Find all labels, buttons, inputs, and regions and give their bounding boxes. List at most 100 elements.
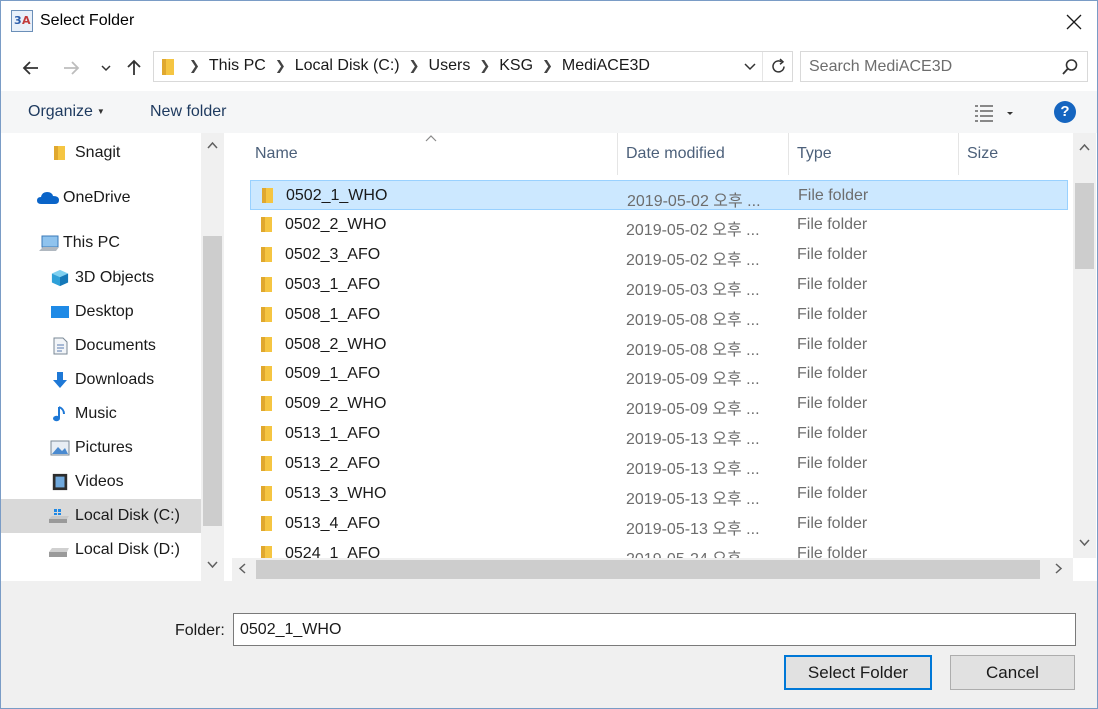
drive-icon xyxy=(49,548,69,557)
nav-item-snagit[interactable]: Snagit xyxy=(1,136,201,170)
chevron-left-icon[interactable] xyxy=(238,563,246,574)
file-type: File folder xyxy=(797,336,868,353)
organize-button[interactable]: Organize ▼ xyxy=(28,103,105,121)
back-button[interactable] xyxy=(18,55,44,81)
file-row[interactable]: 0502_3_AFO 2019-05-02 오후 ... File folder xyxy=(250,240,1068,270)
file-date-modified: 2019-05-13 오후 ... xyxy=(626,521,760,538)
file-row[interactable]: 0508_2_WHO 2019-05-08 오후 ... File folder xyxy=(250,330,1068,360)
recent-locations-button[interactable] xyxy=(93,55,119,81)
file-row[interactable]: 0513_2_AFO 2019-05-13 오후 ... File folder xyxy=(250,449,1068,479)
chevron-right-icon[interactable]: ❯ xyxy=(184,58,205,74)
nav-item-this-pc[interactable]: This PC xyxy=(1,226,201,260)
column-type[interactable]: Type xyxy=(789,133,959,175)
cancel-button[interactable]: Cancel xyxy=(950,655,1075,690)
app-icon: 3A xyxy=(11,10,33,32)
breadcrumb-users[interactable]: Users xyxy=(425,57,475,75)
chevron-right-icon[interactable]: ❯ xyxy=(474,58,495,74)
file-type: File folder xyxy=(797,455,868,472)
file-row[interactable]: 0502_1_WHO 2019-05-02 오후 ... File folder xyxy=(250,180,1068,210)
select-folder-button[interactable]: Select Folder xyxy=(784,655,932,690)
chevron-up-icon[interactable] xyxy=(207,141,218,149)
file-type: File folder xyxy=(797,515,868,532)
file-row[interactable]: 0502_2_WHO 2019-05-02 오후 ... File folder xyxy=(250,210,1068,240)
new-folder-button[interactable]: New folder xyxy=(150,103,226,121)
video-icon xyxy=(52,473,68,491)
close-icon xyxy=(1066,14,1082,30)
file-name: 0524_1_AFO xyxy=(285,545,381,558)
dialog-footer: Folder: Select Folder Cancel xyxy=(1,581,1097,708)
details-view-icon xyxy=(975,105,1013,122)
file-name: 0509_1_AFO xyxy=(285,365,381,382)
nav-item-local-disk-d[interactable]: Local Disk (D:) xyxy=(1,533,201,567)
file-date-modified: 2019-05-02 오후 ... xyxy=(626,252,760,269)
file-row[interactable]: 0524_1_AFO 2019-05-24 오후 ... File folder xyxy=(250,539,1068,558)
column-name[interactable]: Name xyxy=(247,133,618,175)
folder-icon xyxy=(261,217,272,232)
nav-item-3d-objects[interactable]: 3D Objects xyxy=(1,261,201,295)
file-row[interactable]: 0503_1_AFO 2019-05-03 오후 ... File folder xyxy=(250,270,1068,300)
nav-item-local-disk-c[interactable]: Local Disk (C:) xyxy=(1,499,201,533)
help-button[interactable]: ? xyxy=(1054,101,1076,123)
nav-pane-scrollbar[interactable] xyxy=(201,133,224,581)
close-button[interactable] xyxy=(1051,1,1097,43)
column-size[interactable]: Size xyxy=(959,133,1073,175)
nav-item-pictures[interactable]: Pictures xyxy=(1,431,201,465)
file-list-horizontal-scrollbar[interactable] xyxy=(232,558,1073,581)
file-name: 0503_1_AFO xyxy=(285,276,381,293)
up-button[interactable] xyxy=(121,55,147,81)
breadcrumb-this-pc[interactable]: This PC xyxy=(205,57,270,75)
breadcrumb-mediace3d[interactable]: MediACE3D xyxy=(558,57,654,75)
search-placeholder: Search MediACE3D xyxy=(809,58,953,75)
address-bar[interactable]: ❯ This PC ❯ Local Disk (C:) ❯ Users ❯ KS… xyxy=(153,51,793,82)
file-type: File folder xyxy=(797,365,868,382)
nav-item-music[interactable]: Music xyxy=(1,397,201,431)
file-type: File folder xyxy=(797,306,868,323)
file-date-modified: 2019-05-08 오후 ... xyxy=(626,342,760,359)
file-row[interactable]: 0508_1_AFO 2019-05-08 오후 ... File folder xyxy=(250,300,1068,330)
folder-icon xyxy=(261,426,272,441)
chevron-up-icon[interactable] xyxy=(1079,143,1090,151)
search-icon xyxy=(1062,59,1078,75)
nav-item-documents[interactable]: Documents xyxy=(1,329,201,363)
folder-input[interactable] xyxy=(233,613,1076,646)
nav-item-onedrive[interactable]: OneDrive xyxy=(1,181,201,215)
search-box[interactable]: Search MediACE3D xyxy=(800,51,1088,82)
nav-label: OneDrive xyxy=(63,189,131,206)
file-type: File folder xyxy=(797,545,868,558)
scrollbar-thumb[interactable] xyxy=(256,560,1040,579)
drive-windows-icon xyxy=(49,509,69,523)
chevron-down-icon[interactable] xyxy=(1079,539,1090,547)
file-date-modified: 2019-05-13 오후 ... xyxy=(626,431,760,448)
organize-label: Organize xyxy=(28,103,93,120)
caret-down-icon: ▼ xyxy=(96,107,105,117)
file-row[interactable]: 0509_1_AFO 2019-05-09 오후 ... File folder xyxy=(250,359,1068,389)
chevron-right-icon[interactable]: ❯ xyxy=(404,58,425,74)
chevron-down-icon[interactable] xyxy=(207,561,218,569)
column-date-modified[interactable]: Date modified xyxy=(618,133,789,175)
breadcrumb-local-disk-c[interactable]: Local Disk (C:) xyxy=(291,57,404,75)
chevron-right-icon[interactable]: ❯ xyxy=(270,58,291,74)
forward-button[interactable] xyxy=(58,55,84,81)
file-date-modified: 2019-05-13 오후 ... xyxy=(626,491,760,508)
chevron-down-icon[interactable] xyxy=(742,59,758,75)
scrollbar-thumb[interactable] xyxy=(203,236,222,526)
folder-icon xyxy=(261,277,272,292)
refresh-button[interactable] xyxy=(762,52,792,81)
music-icon xyxy=(53,406,65,422)
file-row[interactable]: 0513_3_WHO 2019-05-13 오후 ... File folder xyxy=(250,479,1068,509)
column-label: Date modified xyxy=(626,145,725,162)
file-row[interactable]: 0509_2_WHO 2019-05-09 오후 ... File folder xyxy=(250,389,1068,419)
change-view-button[interactable] xyxy=(974,102,1020,124)
file-list-vertical-scrollbar[interactable] xyxy=(1073,133,1096,558)
chevron-right-icon[interactable]: ❯ xyxy=(537,58,558,74)
file-row[interactable]: 0513_1_AFO 2019-05-13 오후 ... File folder xyxy=(250,419,1068,449)
scrollbar-thumb[interactable] xyxy=(1075,183,1094,269)
breadcrumb-ksg[interactable]: KSG xyxy=(495,57,537,75)
file-row[interactable]: 0513_4_AFO 2019-05-13 오후 ... File folder xyxy=(250,509,1068,539)
folder-icon xyxy=(261,366,272,381)
nav-item-desktop[interactable]: Desktop xyxy=(1,295,201,329)
nav-item-downloads[interactable]: Downloads xyxy=(1,363,201,397)
chevron-right-icon[interactable] xyxy=(1055,563,1063,574)
document-icon xyxy=(53,337,68,355)
nav-item-videos[interactable]: Videos xyxy=(1,465,201,499)
